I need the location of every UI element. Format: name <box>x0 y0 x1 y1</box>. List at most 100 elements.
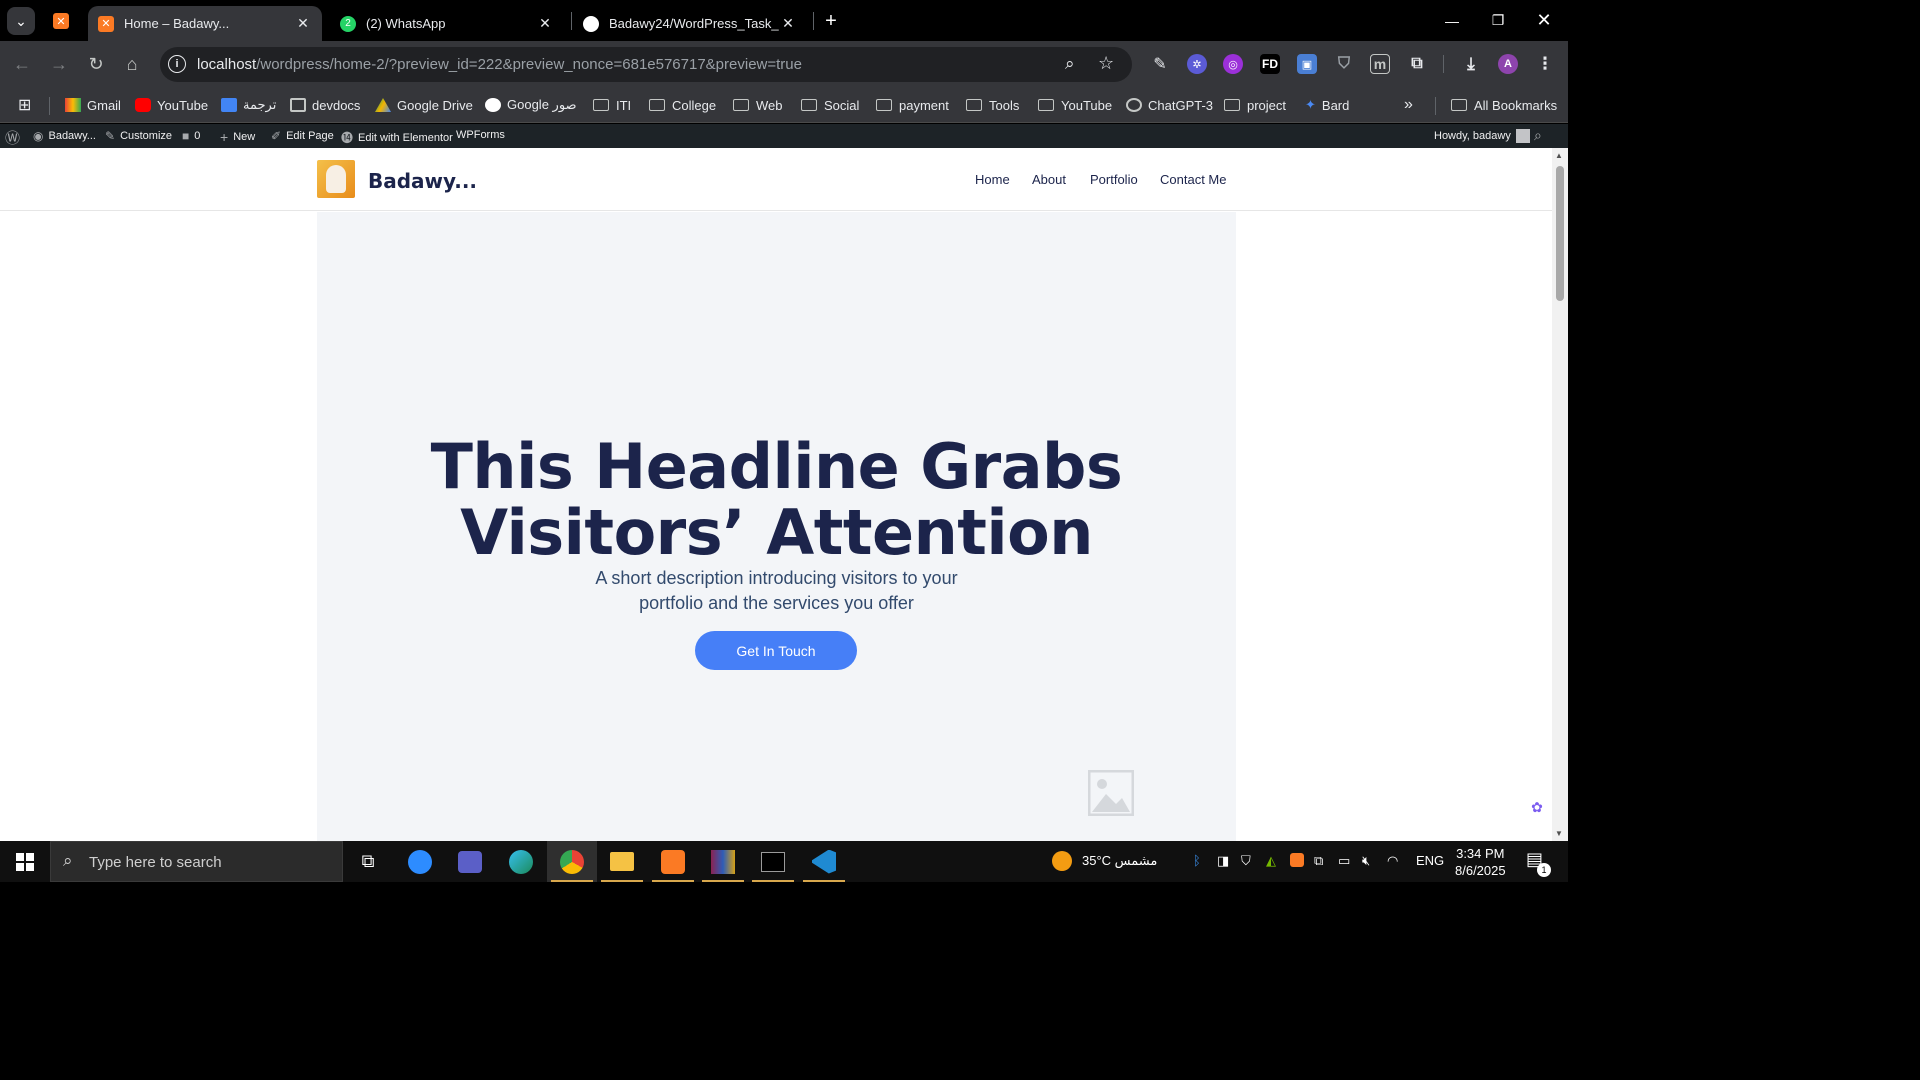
meet-now-icon[interactable]: ◨ <box>1217 853 1229 869</box>
xampp-app-icon[interactable] <box>648 841 698 882</box>
scroll-up-icon[interactable]: ▲ <box>1555 151 1563 160</box>
home-icon[interactable]: ⌂ <box>120 52 144 76</box>
page-scrollbar[interactable]: ▲ ▼ <box>1552 148 1568 841</box>
apps-grid-icon[interactable]: ⊞ <box>18 95 31 115</box>
m-extension-icon[interactable]: m <box>1370 54 1390 74</box>
minimize-icon[interactable]: — <box>1429 0 1475 41</box>
new-tab-plus-icon[interactable]: + <box>817 7 845 35</box>
wp-wpforms-link[interactable]: WPForms <box>456 129 505 141</box>
scroll-down-icon[interactable]: ▼ <box>1555 829 1563 838</box>
taskbar-search[interactable]: ⌕ Type here to search <box>50 841 343 882</box>
tab-whatsapp[interactable]: 2 (2) WhatsApp ✕ <box>330 6 564 41</box>
fd-extension-icon[interactable]: FD <box>1260 54 1280 74</box>
bluetooth-icon[interactable]: ᛒ <box>1193 853 1201 868</box>
file-explorer-app-icon[interactable] <box>597 841 647 882</box>
wp-site-link[interactable]: ◉ Badawy... <box>33 129 96 143</box>
security-shield-icon[interactable]: ⛉ <box>1241 853 1251 869</box>
wp-edit-page-link[interactable]: ✐ Edit Page <box>271 129 334 143</box>
color-picker-extension-icon[interactable]: ✎ <box>1150 54 1170 74</box>
bookmark-folder-youtube[interactable]: YouTube <box>1038 95 1112 115</box>
nav-home[interactable]: Home <box>975 172 1010 187</box>
volume-muted-icon[interactable]: 🔇︎ <box>1362 853 1370 869</box>
wp-howdy-user[interactable]: Howdy, badawy <box>1434 129 1530 143</box>
nav-portfolio[interactable]: Portfolio <box>1090 172 1138 187</box>
menu-kebab-icon[interactable]: ⋮ <box>1535 54 1555 74</box>
vscode-app-icon[interactable] <box>799 841 849 882</box>
edge-app-icon[interactable] <box>496 841 546 882</box>
bookmark-folder-college[interactable]: College <box>649 95 716 115</box>
image-placeholder-icon <box>1088 770 1134 816</box>
close-tab-icon[interactable]: ✕ <box>294 15 312 32</box>
shield-extension-icon[interactable]: ⛉ <box>1334 54 1354 74</box>
nav-contact-me[interactable]: Contact Me <box>1160 172 1226 187</box>
more-bookmarks-chevron-icon[interactable]: » <box>1404 95 1413 115</box>
weather-text[interactable]: 35°C مشمس <box>1082 853 1157 869</box>
wp-search-icon[interactable]: ⌕ <box>1534 127 1542 144</box>
bookmark-translate[interactable]: ترجمة <box>221 95 276 115</box>
bookmark-gmail[interactable]: Gmail <box>65 95 121 115</box>
tab-title: Home – Badawy... <box>124 16 230 31</box>
get-in-touch-button[interactable]: Get In Touch <box>695 631 857 670</box>
extension-circle-icon[interactable]: ◎ <box>1223 54 1243 74</box>
site-title[interactable]: Badawy... <box>368 169 477 193</box>
restore-icon[interactable]: ❐ <box>1475 0 1521 41</box>
battery-icon[interactable]: ▭ <box>1338 853 1350 869</box>
forward-icon[interactable]: → <box>47 52 71 76</box>
floating-ai-assistant-icon[interactable]: ✿ <box>1526 796 1548 818</box>
zoom-icon[interactable]: ⌕ <box>1065 54 1075 74</box>
bookmark-devdocs[interactable]: devdocs <box>290 95 360 115</box>
bookmark-folder-project[interactable]: project <box>1224 95 1286 115</box>
pinned-tab-xampp[interactable]: ✕ <box>47 7 75 35</box>
bookmark-folder-tools[interactable]: Tools <box>966 95 1019 115</box>
url-text[interactable]: localhost/wordpress/home-2/?preview_id=2… <box>197 56 802 73</box>
teams-app-icon[interactable] <box>445 841 495 882</box>
extension-gear-icon[interactable]: ✲ <box>1187 54 1207 74</box>
weather-sun-icon[interactable] <box>1052 851 1072 871</box>
close-tab-icon[interactable]: ✕ <box>779 15 797 32</box>
xampp-tray-icon[interactable] <box>1290 853 1304 870</box>
wp-comments-link[interactable]: ■ 0 <box>182 129 200 143</box>
windows-start-icon[interactable] <box>0 841 50 882</box>
tab-home[interactable]: ✕ Home – Badawy... ✕ <box>88 6 322 41</box>
bookmark-folder-web[interactable]: Web <box>733 95 783 115</box>
nav-about[interactable]: About <box>1032 172 1066 187</box>
close-tab-icon[interactable]: ✕ <box>536 15 554 32</box>
terminal-app-icon[interactable] <box>748 841 798 882</box>
download-icon[interactable]: ⤓ <box>1461 54 1481 74</box>
zoom-app-icon[interactable] <box>395 841 445 882</box>
bookmark-bard[interactable]: ✦ Bard <box>1305 95 1349 115</box>
wp-new-link[interactable]: + New <box>220 129 255 145</box>
multi-window-icon[interactable]: ⧉ <box>1314 853 1323 869</box>
bookmark-folder-social[interactable]: Social <box>801 95 859 115</box>
bookmark-star-icon[interactable]: ☆ <box>1098 53 1114 74</box>
wifi-icon[interactable]: ◠ <box>1387 853 1398 869</box>
nvidia-icon[interactable]: ◭ <box>1266 853 1276 869</box>
site-logo[interactable] <box>317 160 355 198</box>
extensions-puzzle-icon[interactable]: ⧉ <box>1407 54 1427 74</box>
all-bookmarks[interactable]: All Bookmarks <box>1451 95 1557 115</box>
bookmark-google-drive[interactable]: Google Drive <box>375 95 473 115</box>
wp-elementor-link[interactable]: ⓮ Edit with Elementor <box>341 129 453 146</box>
tab-github[interactable]: Badawy24/WordPress_Task_ITI ✕ <box>573 6 807 41</box>
tab-search-chevron-icon[interactable]: ⌄ <box>7 7 35 35</box>
back-icon[interactable]: ← <box>10 52 34 76</box>
address-bar[interactable]: i localhost/wordpress/home-2/?preview_id… <box>160 47 1132 82</box>
wp-customize-link[interactable]: ✎ Customize <box>105 129 172 143</box>
task-view-icon[interactable]: ⧉ <box>343 841 393 882</box>
wordpress-logo-icon[interactable]: Ⓦ <box>5 127 20 148</box>
reload-icon[interactable]: ↻ <box>84 52 108 76</box>
clock[interactable]: 3:34 PM 8/6/2025 <box>1455 845 1506 879</box>
profile-avatar[interactable]: A <box>1498 54 1518 74</box>
chrome-app-icon[interactable] <box>547 841 597 882</box>
scrollbar-thumb[interactable] <box>1556 166 1564 301</box>
language-indicator[interactable]: ENG <box>1416 853 1444 868</box>
close-window-icon[interactable]: ✕ <box>1521 0 1567 41</box>
bookmark-chatgpt[interactable]: ChatGPT-3 <box>1126 95 1213 115</box>
bookmark-folder-payment[interactable]: payment <box>876 95 949 115</box>
winrar-app-icon[interactable] <box>698 841 748 882</box>
save-extension-icon[interactable]: ▣ <box>1297 54 1317 74</box>
bookmark-folder-iti[interactable]: ITI <box>593 95 631 115</box>
bookmark-google-photos[interactable]: Google صور <box>485 95 577 115</box>
site-info-icon[interactable]: i <box>168 55 186 73</box>
bookmark-youtube[interactable]: YouTube <box>135 95 208 115</box>
